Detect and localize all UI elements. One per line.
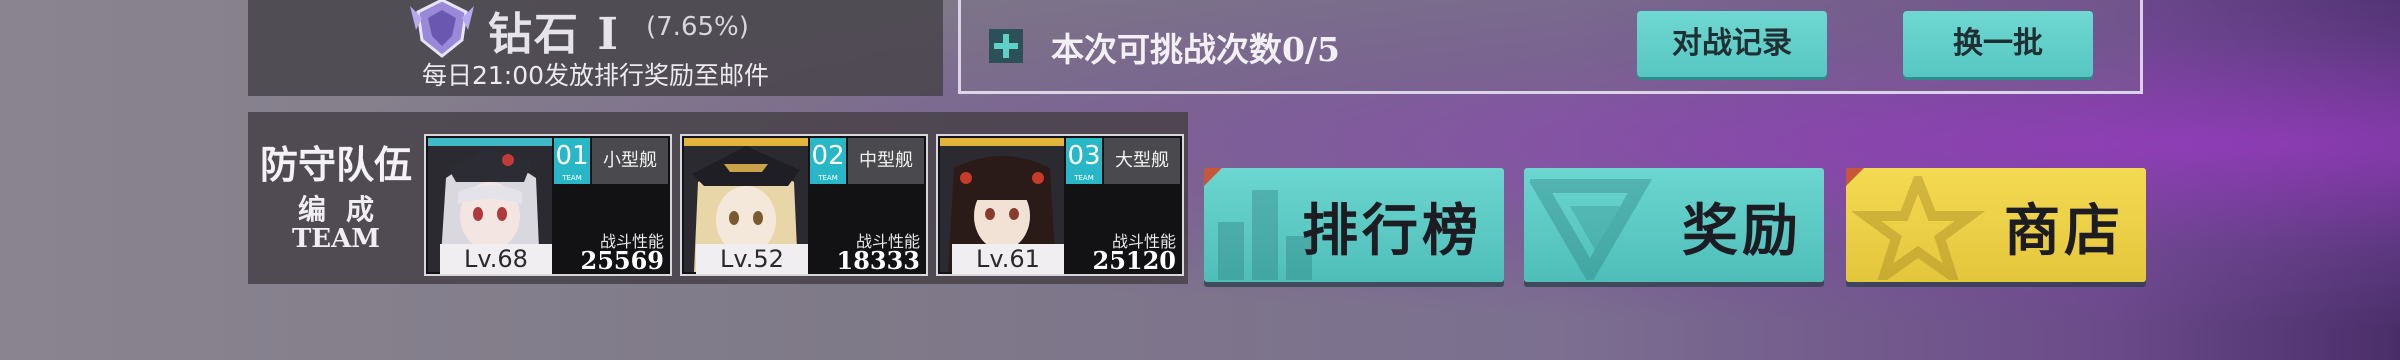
- leaderboard-label: 排行榜: [1302, 198, 1482, 264]
- defense-team-title: 防守队伍: [259, 142, 412, 187]
- rank-panel: 钻石 I (7.65%) 每日21:00发放排行奖励至邮件: [248, 0, 943, 96]
- shop-label: 商店: [2004, 198, 2124, 264]
- slot-number: 03: [1067, 141, 1101, 171]
- rewards-label: 奖励: [1682, 198, 1802, 264]
- slot-number-badge: 01 TEAM: [554, 138, 590, 184]
- slot-number-badge: 02 TEAM: [810, 138, 846, 184]
- ship-type-label: 小型舰: [592, 138, 668, 184]
- refresh-opponents-button[interactable]: 换一批: [1903, 11, 2093, 77]
- team-slot-2[interactable]: Lv.52 02 TEAM 中型舰 战斗性能 18333: [680, 134, 928, 276]
- slot-tag: TEAM: [1074, 174, 1094, 182]
- defense-team-subtitle: 编成: [297, 193, 394, 226]
- star-icon: [1852, 176, 1986, 280]
- slot-tag: TEAM: [562, 174, 582, 182]
- slot-number: 01: [555, 141, 589, 171]
- performance-value: 25120: [1092, 246, 1177, 275]
- rank-percent: (7.65%): [646, 12, 749, 42]
- character-level: Lv.68: [440, 244, 552, 274]
- rank-crest-icon: [410, 0, 474, 58]
- leaderboard-button[interactable]: 排行榜: [1204, 168, 1504, 282]
- rewards-button[interactable]: 奖励: [1524, 168, 1824, 282]
- defense-team-panel: 防守队伍 编成 TEAM Lv.68 01 TEAM 小型舰 战斗性能 25569: [248, 112, 1188, 284]
- team-slot-3[interactable]: Lv.61 03 TEAM 大型舰 战斗性能 25120: [936, 134, 1184, 276]
- slot-number-badge: 03 TEAM: [1066, 138, 1102, 184]
- ship-type-label: 大型舰: [1104, 138, 1180, 184]
- rank-name: 钻石 I: [488, 9, 620, 60]
- performance-value: 18333: [836, 246, 921, 275]
- ship-type-label: 中型舰: [848, 138, 924, 184]
- slot-number: 02: [811, 141, 845, 171]
- performance-value: 25569: [580, 246, 665, 275]
- plus-icon[interactable]: [989, 29, 1023, 63]
- defense-team-subtitle-en: TEAM: [291, 224, 381, 254]
- slot-tag: TEAM: [818, 174, 838, 182]
- reward-note: 每日21:00发放排行奖励至邮件: [421, 61, 770, 90]
- character-level: Lv.61: [952, 244, 1064, 274]
- triangle-emblem-icon: [1530, 179, 1653, 280]
- character-level: Lv.52: [696, 244, 808, 274]
- shop-button[interactable]: 商店: [1846, 168, 2146, 282]
- challenge-count-text: 本次可挑战次数0/5: [1051, 30, 1340, 69]
- challenge-panel: 本次可挑战次数0/5 对战记录 换一批: [958, 0, 2143, 94]
- battle-record-button[interactable]: 对战记录: [1637, 11, 1827, 77]
- team-slot-1[interactable]: Lv.68 01 TEAM 小型舰 战斗性能 25569: [424, 134, 672, 276]
